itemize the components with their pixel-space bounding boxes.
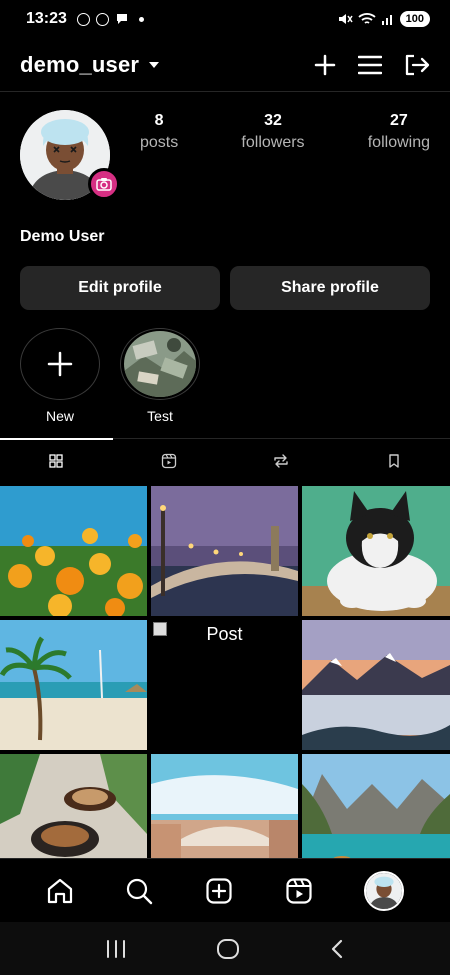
signal-icon (381, 15, 392, 25)
post-thumbnail[interactable] (302, 620, 450, 750)
highlight-label: Test (147, 408, 173, 424)
highlight-label: New (45, 408, 74, 424)
stat-number: 8 (154, 112, 164, 129)
tab-reposts[interactable] (225, 439, 338, 483)
battery-indicator: 100 (399, 11, 430, 27)
mute-icon (338, 14, 353, 24)
create-post-icon[interactable] (205, 877, 233, 905)
home-button-icon[interactable] (216, 938, 240, 960)
share-profile-button[interactable]: Share profile (230, 266, 430, 310)
account-switcher-chevron-icon[interactable] (149, 61, 160, 68)
highlight-new-circle[interactable] (20, 328, 100, 400)
bookmark-icon (389, 454, 399, 468)
cat-image (302, 486, 450, 616)
edit-profile-button[interactable]: Edit profile (20, 266, 220, 310)
highlight-cover-image (124, 331, 196, 397)
reels-icon[interactable] (285, 877, 313, 905)
stat-label: posts (140, 134, 179, 151)
stat-posts[interactable]: 8 posts (140, 112, 178, 152)
post-thumbnail[interactable] (302, 486, 450, 616)
home-icon[interactable] (46, 877, 74, 905)
flowers-image (0, 486, 147, 616)
menu-icon[interactable] (358, 55, 382, 75)
stat-number: 27 (389, 112, 408, 129)
profile-header: demo_user (0, 38, 450, 92)
stat-followers[interactable]: 32 followers (241, 112, 304, 152)
highlight-test[interactable]: Test (120, 328, 200, 424)
header-actions (314, 53, 430, 77)
profile-tab-avatar[interactable] (364, 870, 405, 911)
profile-stats: 8 posts 32 followers 27 following (140, 112, 430, 152)
tab-grid[interactable] (0, 438, 113, 483)
system-navigation-bar (0, 922, 450, 975)
beach-image (0, 620, 147, 750)
notification-icon (76, 12, 90, 26)
tab-reels[interactable] (113, 439, 226, 483)
stat-label: followers (241, 134, 305, 151)
search-icon[interactable] (125, 877, 153, 905)
highlight-new[interactable]: New (20, 328, 100, 424)
stat-label: following (367, 134, 430, 151)
status-time: 13:23 (26, 10, 67, 27)
post-thumbnail[interactable] (151, 486, 298, 616)
username[interactable]: demo_user (20, 52, 139, 78)
create-plus-icon[interactable] (314, 54, 336, 76)
stat-number: 32 (264, 112, 282, 129)
broken-image-alt-text: Post (206, 624, 243, 644)
posts-grid: Post (0, 486, 450, 884)
bottom-navigation (0, 858, 450, 922)
profile-avatar-wrap[interactable] (20, 110, 120, 200)
highlight-test-circle[interactable] (120, 328, 200, 400)
stat-following[interactable]: 27 following (368, 112, 430, 152)
post-thumbnail[interactable] (0, 486, 147, 616)
bridge-image (151, 486, 298, 616)
status-notifications (76, 12, 144, 26)
reels-icon (161, 453, 176, 469)
repost-icon (274, 454, 288, 468)
post-thumbnail[interactable] (0, 620, 147, 750)
grid-icon (49, 454, 63, 468)
status-bar: 13:23 100 (0, 0, 450, 38)
add-photo-camera-icon[interactable] (88, 168, 120, 200)
notification-icon (95, 12, 109, 26)
wifi-icon (358, 13, 376, 24)
mountains-image (302, 620, 450, 750)
back-icon[interactable] (329, 938, 345, 960)
plus-icon (47, 351, 73, 377)
display-name: Demo User (20, 228, 105, 245)
status-right: 100 (337, 11, 430, 27)
more-dot-icon (138, 16, 144, 22)
chat-icon (116, 14, 127, 24)
post-thumbnail-broken[interactable]: Post (151, 620, 298, 750)
recent-apps-icon[interactable] (105, 939, 127, 959)
tab-saved[interactable] (338, 439, 450, 483)
profile-tabs (0, 438, 450, 483)
logout-icon[interactable] (404, 53, 430, 77)
